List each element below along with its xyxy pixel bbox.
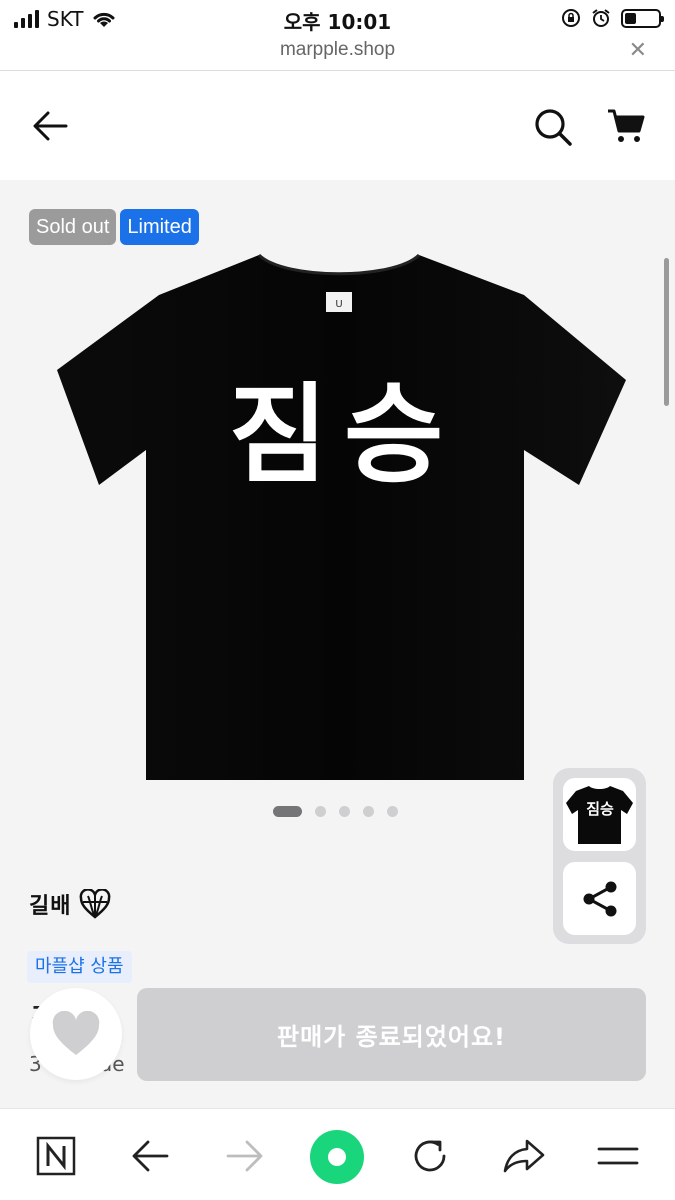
carousel-dots — [273, 806, 398, 817]
svg-text:U: U — [335, 299, 342, 310]
alarm-icon — [592, 9, 610, 27]
thumbnail-text: 짐승 — [586, 800, 614, 818]
wishlist-button[interactable] — [30, 988, 122, 1080]
scrollbar[interactable] — [664, 258, 669, 406]
side-panel: 짐승 — [553, 768, 646, 944]
heart-globe-icon — [80, 889, 111, 919]
product-image[interactable]: U 짐승 — [54, 250, 629, 785]
seller-name[interactable]: 길배 — [29, 888, 71, 920]
battery-level — [625, 12, 636, 24]
browser-back-icon[interactable] — [129, 1135, 171, 1177]
limited-badge: Limited — [120, 209, 199, 245]
browser-toolbar — [0, 1108, 675, 1200]
shirt-print-text: 짐승 — [229, 373, 460, 498]
home-circle-icon[interactable] — [308, 1128, 366, 1186]
soldout-badge: Sold out — [29, 209, 117, 245]
naver-icon[interactable] — [35, 1135, 77, 1177]
close-icon[interactable]: ✕ — [629, 38, 647, 63]
sold-out-button[interactable]: 판매가 종료되었어요! — [137, 988, 646, 1081]
carousel-dot[interactable] — [339, 806, 350, 817]
battery-icon — [621, 8, 664, 28]
carousel-dot[interactable] — [363, 806, 374, 817]
search-icon[interactable] — [531, 105, 575, 149]
browser-forward-icon[interactable] — [224, 1135, 266, 1177]
product-thumbnail[interactable]: 짐승 — [563, 778, 636, 851]
browser-url-bar[interactable]: marpple.shop ✕ — [0, 36, 675, 70]
share-icon[interactable] — [580, 879, 620, 919]
home-button[interactable] — [308, 1128, 366, 1186]
status-bar: SKT 오후 10:01 — [0, 0, 675, 36]
status-right — [561, 8, 664, 28]
carousel-dot[interactable] — [315, 806, 326, 817]
rotation-lock-icon — [562, 9, 580, 27]
reload-icon[interactable] — [409, 1135, 451, 1177]
seller[interactable]: 길배 — [29, 888, 111, 920]
menu-icon[interactable] — [597, 1135, 639, 1177]
share-forward-icon[interactable] — [503, 1135, 545, 1177]
share-button[interactable] — [563, 862, 636, 935]
carousel-dot[interactable] — [387, 806, 398, 817]
product-badges: Sold out Limited — [29, 209, 199, 245]
heart-icon[interactable] — [51, 1011, 101, 1057]
carousel-dot[interactable] — [273, 806, 302, 817]
shop-tag: 마플샵 상품 — [27, 951, 132, 983]
back-arrow-icon[interactable] — [30, 106, 70, 146]
cart-icon[interactable] — [604, 106, 648, 146]
app-header — [0, 71, 675, 180]
url-text[interactable]: marpple.shop — [0, 39, 675, 61]
